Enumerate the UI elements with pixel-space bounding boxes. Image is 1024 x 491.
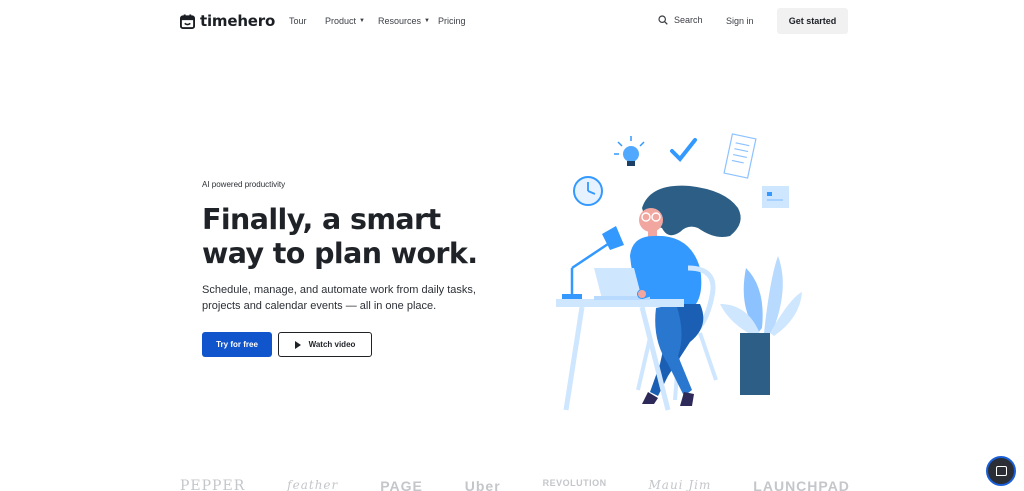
hero-subtext: Schedule, manage, and automate work from… <box>202 284 476 312</box>
nav-item-label: Resources <box>378 16 422 26</box>
nav-item-label: Product <box>325 16 357 26</box>
sign-in-link[interactable]: Sign in <box>726 16 754 26</box>
plant <box>720 256 802 395</box>
nav-item-label: Tour <box>289 16 307 26</box>
hero-illustration <box>556 133 802 411</box>
calendar-icon <box>180 13 195 29</box>
customer-logo: Uber <box>464 478 501 491</box>
search-button[interactable]: Search <box>658 15 703 25</box>
get-started-button[interactable]: Get started <box>777 8 848 34</box>
customer-logo: PAGE <box>380 478 423 491</box>
caret-down-icon: ▼ <box>424 18 430 24</box>
nav-item-resources[interactable]: Resources ▼ <box>378 16 430 26</box>
nav-item-pricing[interactable]: Pricing <box>438 16 466 26</box>
top-navigation: timehero Tour Product ▼ Resources ▼ Pric… <box>0 0 1024 42</box>
chat-icon <box>995 466 1007 476</box>
customer-logo: REVOLUTION <box>542 478 607 488</box>
customer-logo: PEPPER <box>180 478 246 491</box>
brand-logo[interactable]: timehero <box>180 12 275 30</box>
checkmark-icon <box>670 138 697 163</box>
headline-line-1: Finally, a smart <box>202 203 441 236</box>
envelope-icon <box>762 186 789 208</box>
watch-video-button[interactable]: Watch video <box>278 332 372 357</box>
search-icon <box>658 15 668 25</box>
brand-name: timehero <box>200 12 276 30</box>
play-icon <box>294 340 301 349</box>
nav-item-product[interactable]: Product ▼ <box>325 16 365 26</box>
nav-item-tour[interactable]: Tour <box>289 16 307 26</box>
customer-logo: LAUNCHPAD <box>753 478 850 491</box>
search-label: Search <box>674 15 703 25</box>
customer-logo: feather <box>287 478 339 491</box>
nav-item-label: Pricing <box>438 16 466 26</box>
customer-logo: Maui Jim <box>648 478 712 491</box>
clock-icon <box>573 176 603 206</box>
customer-logos: PEPPER feather PAGE Uber REVOLUTION Maui… <box>180 478 850 491</box>
chat-widget-button[interactable] <box>986 456 1016 486</box>
watch-video-label: Watch video <box>308 340 356 349</box>
hero-eyebrow: AI powered productivity <box>202 180 286 189</box>
caret-down-icon: ▼ <box>359 18 365 24</box>
headline-line-2: way to plan work. <box>202 237 478 270</box>
hero-headline: Finally, a smart way to plan work. <box>202 203 502 271</box>
try-for-free-button[interactable]: Try for free <box>202 332 272 357</box>
lightbulb-icon <box>614 136 645 166</box>
document-icon <box>723 133 757 179</box>
